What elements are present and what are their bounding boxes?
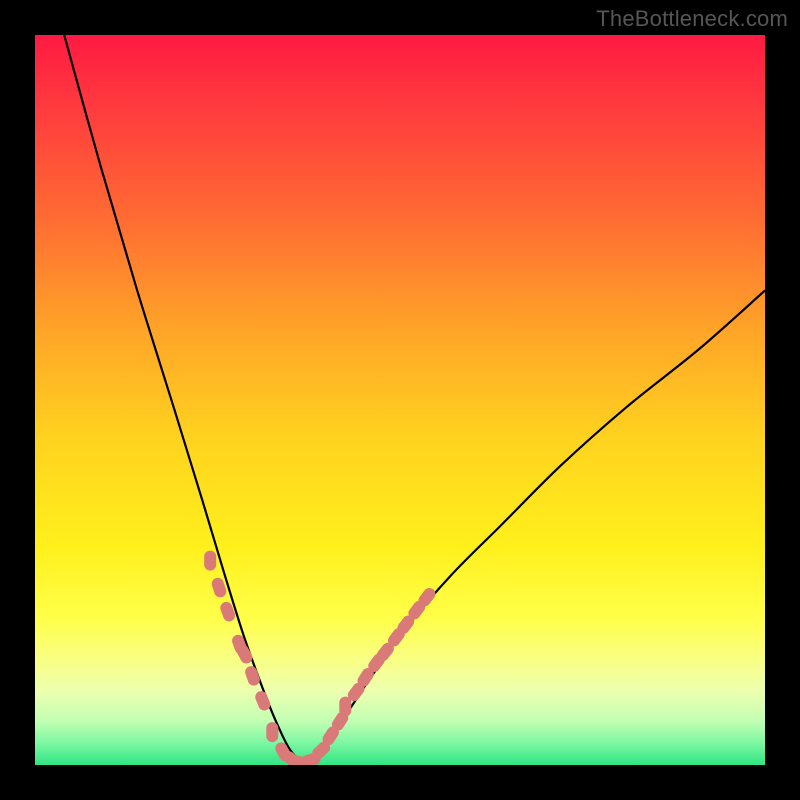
curve-marker bbox=[253, 689, 272, 712]
curve-marker bbox=[266, 722, 278, 742]
curve-marker bbox=[204, 551, 216, 571]
bottleneck-curve bbox=[64, 35, 765, 761]
plot-area bbox=[35, 35, 765, 765]
marker-group bbox=[204, 551, 438, 765]
chart-svg bbox=[35, 35, 765, 765]
curve-marker bbox=[339, 697, 351, 717]
curve-marker bbox=[243, 664, 261, 687]
outer-frame: TheBottleneck.com bbox=[0, 0, 800, 800]
watermark-text: TheBottleneck.com bbox=[596, 6, 788, 32]
